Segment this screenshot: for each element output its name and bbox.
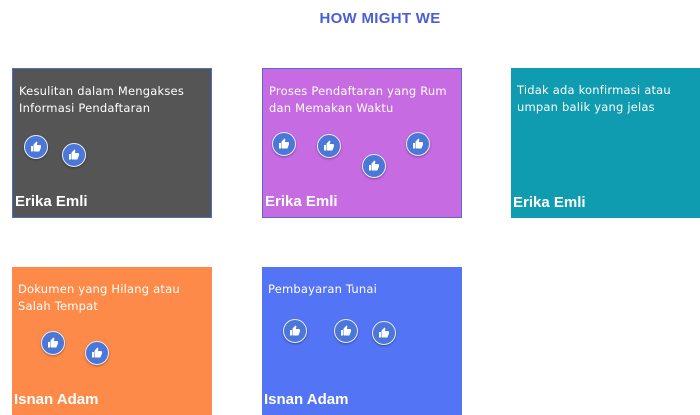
- thumbs-up-icon[interactable]: [24, 135, 48, 159]
- thumbs-up-icon[interactable]: [85, 341, 109, 365]
- page-title: HOW MIGHT WE: [319, 10, 441, 27]
- card-text: Dokumen yang Hilang atau Salah Tempat: [18, 282, 180, 313]
- thumbs-up-icon[interactable]: [334, 319, 358, 343]
- sticky-note-card[interactable]: Tidak ada konfirmasi atau umpan balik ya…: [511, 68, 700, 218]
- card-author: Isnan Adam: [14, 391, 99, 408]
- thumbs-up-icon[interactable]: [41, 331, 65, 355]
- sticky-note-card[interactable]: Kesulitan dalam Mengakses Informasi Pend…: [12, 68, 212, 218]
- card-text: Proses Pendaftaran yang Rum dan Memakan …: [269, 84, 447, 115]
- card-text: Kesulitan dalam Mengakses Informasi Pend…: [19, 84, 185, 115]
- thumbs-up-icon[interactable]: [283, 319, 307, 343]
- thumbs-up-icon[interactable]: [406, 132, 430, 156]
- card-author: Isnan Adam: [264, 391, 349, 408]
- card-author: Erika Emli: [265, 193, 338, 210]
- card-text: Pembayaran Tunai: [268, 282, 378, 296]
- thumbs-up-icon[interactable]: [62, 143, 86, 167]
- thumbs-up-icon[interactable]: [362, 154, 386, 178]
- thumbs-up-icon[interactable]: [372, 321, 396, 345]
- card-author: Erika Emli: [513, 194, 586, 211]
- thumbs-up-icon[interactable]: [272, 132, 296, 156]
- card-text: Tidak ada konfirmasi atau umpan balik ya…: [517, 83, 671, 114]
- sticky-note-card[interactable]: Dokumen yang Hilang atau Salah Tempat Is…: [12, 267, 212, 415]
- thumbs-up-icon[interactable]: [317, 134, 341, 158]
- sticky-note-card[interactable]: Pembayaran Tunai Isnan Adam: [262, 267, 462, 415]
- card-author: Erika Emli: [15, 193, 88, 210]
- sticky-note-card[interactable]: Proses Pendaftaran yang Rum dan Memakan …: [262, 68, 462, 218]
